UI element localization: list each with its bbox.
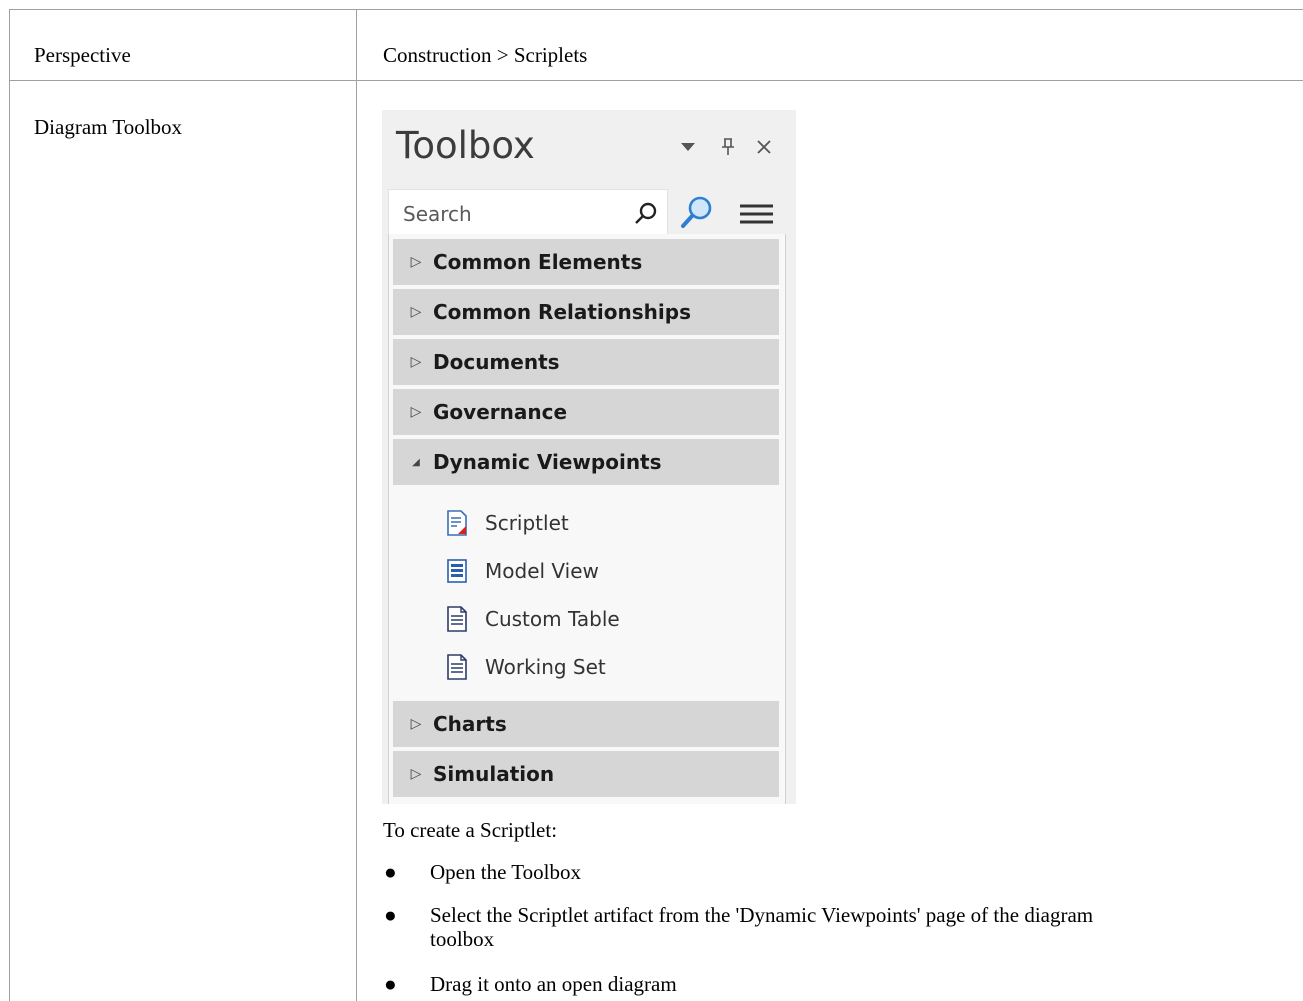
section-label: Dynamic Viewpoints <box>433 450 662 474</box>
bullet-icon: ● <box>384 903 397 927</box>
section-documents[interactable]: ▷ Documents <box>393 339 779 385</box>
item-label: Working Set <box>485 655 606 679</box>
expand-arrow-icon: ▷ <box>410 304 422 320</box>
section-governance[interactable]: ▷ Governance <box>393 389 779 435</box>
section-common-elements[interactable]: ▷ Common Elements <box>393 239 779 285</box>
collapse-arrow-icon: ◢ <box>412 456 420 468</box>
expand-arrow-icon: ▷ <box>410 354 422 370</box>
menu-icon[interactable] <box>740 204 773 224</box>
section-simulation[interactable]: ▷ Simulation <box>393 751 779 797</box>
bullet-item: Drag it onto an open diagram <box>430 972 677 996</box>
section-label: Charts <box>433 712 507 736</box>
perspective-label: Perspective <box>34 43 131 67</box>
section-label: Simulation <box>433 762 555 786</box>
dropdown-icon[interactable] <box>676 132 700 162</box>
toolbox-item-model-view[interactable]: Model View <box>445 554 599 588</box>
search-placeholder: Search <box>403 202 472 226</box>
bullet-item-continuation: toolbox <box>430 927 495 951</box>
toolbox-panel: Toolbox Search ▷ Common Elements ▷ Commo… <box>382 110 796 804</box>
toolbox-item-scriptlet[interactable]: Scriptlet <box>445 506 569 540</box>
bullet-item: Select the Scriptlet artifact from the '… <box>430 903 1094 927</box>
close-icon[interactable] <box>752 132 776 162</box>
instructions-intro: To create a Scriptlet: <box>383 818 558 842</box>
section-label: Common Elements <box>433 250 643 274</box>
table-column-divider <box>356 9 357 1001</box>
scriptlet-icon <box>447 510 467 536</box>
table-left-border <box>9 9 10 1001</box>
search-icon[interactable] <box>633 200 659 226</box>
document-icon <box>447 654 467 680</box>
bullet-icon: ● <box>384 860 397 884</box>
item-label: Custom Table <box>485 607 620 631</box>
section-label: Common Relationships <box>433 300 691 324</box>
expand-arrow-icon: ▷ <box>410 404 422 420</box>
toolbox-list: ▷ Common Elements ▷ Common Relationships… <box>388 234 786 804</box>
toolbox-item-working-set[interactable]: Working Set <box>445 650 606 684</box>
item-label: Scriptlet <box>485 511 569 535</box>
item-label: Model View <box>485 559 599 583</box>
perspective-value: Construction > Scriplets <box>383 43 588 67</box>
table-top-border <box>9 9 1303 10</box>
search-input[interactable]: Search <box>388 189 668 236</box>
section-label: Documents <box>433 350 560 374</box>
document-icon <box>447 606 467 632</box>
bullet-icon: ● <box>384 972 397 996</box>
section-common-relationships[interactable]: ▷ Common Relationships <box>393 289 779 335</box>
expand-arrow-icon: ▷ <box>410 716 422 732</box>
section-label: Governance <box>433 400 568 424</box>
expand-arrow-icon: ▷ <box>410 254 422 270</box>
section-charts[interactable]: ▷ Charts <box>393 701 779 747</box>
find-in-project-icon[interactable] <box>680 195 714 229</box>
diagram-toolbox-label: Diagram Toolbox <box>34 115 183 139</box>
toolbox-item-custom-table[interactable]: Custom Table <box>445 602 620 636</box>
toolbox-title: Toolbox <box>396 124 535 167</box>
bullet-item: Open the Toolbox <box>430 860 581 884</box>
expand-arrow-icon: ▷ <box>410 766 422 782</box>
pin-icon[interactable] <box>716 132 740 162</box>
table-row-divider <box>9 80 1303 81</box>
section-dynamic-viewpoints[interactable]: ◢ Dynamic Viewpoints <box>393 439 779 485</box>
model-view-icon <box>447 559 467 583</box>
